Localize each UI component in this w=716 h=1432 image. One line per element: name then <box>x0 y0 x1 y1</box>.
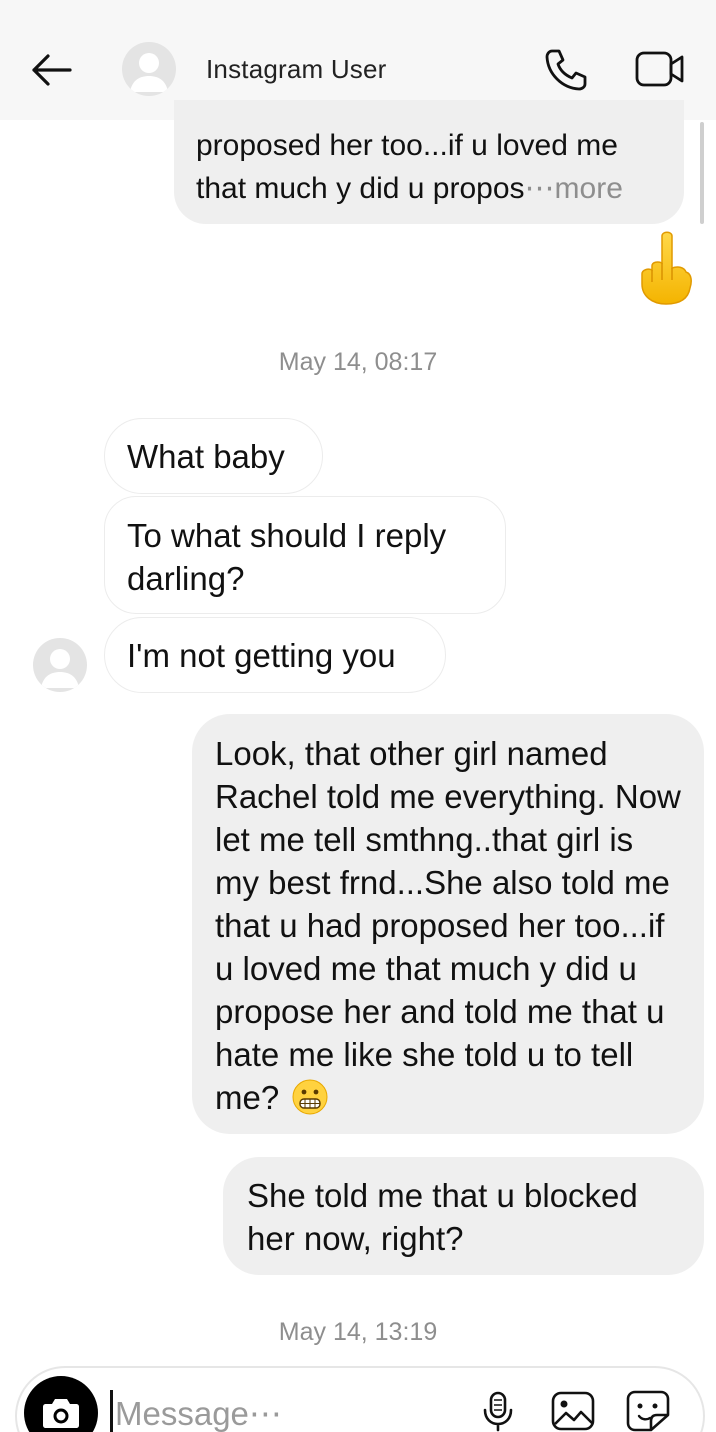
gallery-icon[interactable] <box>550 1390 596 1432</box>
sent-message[interactable]: She told me that u blocked her now, righ… <box>223 1157 704 1275</box>
message-text: Look, that other girl named Rachel told … <box>215 735 681 1116</box>
text-caret <box>110 1390 113 1432</box>
page-title[interactable]: Instagram User <box>206 54 387 85</box>
timestamp: May 14, 08:17 <box>278 348 438 376</box>
phone-icon[interactable] <box>543 47 589 93</box>
sent-message-truncated[interactable]: proposed her too...if u loved me that mu… <box>174 100 684 224</box>
camera-icon <box>43 1399 79 1428</box>
sender-avatar[interactable] <box>33 638 87 692</box>
message-line: proposed her too...if u loved me <box>196 129 618 162</box>
timestamp: May 14, 13:19 <box>278 1318 438 1346</box>
message-input[interactable] <box>115 1392 455 1432</box>
received-message[interactable]: What baby <box>104 418 323 494</box>
sticker-icon[interactable] <box>625 1389 671 1432</box>
avatar[interactable] <box>122 42 176 96</box>
sent-message[interactable]: Look, that other girl named Rachel told … <box>192 714 704 1134</box>
received-message[interactable]: I'm not getting you <box>104 617 446 693</box>
video-camera-icon[interactable] <box>634 47 686 91</box>
pointing-up-emoji-reaction[interactable] <box>634 228 696 308</box>
default-avatar-icon <box>130 53 168 92</box>
back-arrow-icon[interactable] <box>26 48 76 92</box>
scrollbar[interactable] <box>700 122 704 224</box>
grimacing-face-emoji <box>292 1079 328 1115</box>
see-more-link[interactable]: ⋯more <box>525 172 623 205</box>
microphone-icon[interactable] <box>478 1390 518 1432</box>
message-line: that much y did u propos <box>196 172 525 205</box>
camera-button[interactable] <box>24 1376 98 1432</box>
received-message[interactable]: To what should I reply darling? <box>104 496 506 614</box>
default-avatar-icon <box>41 649 79 688</box>
